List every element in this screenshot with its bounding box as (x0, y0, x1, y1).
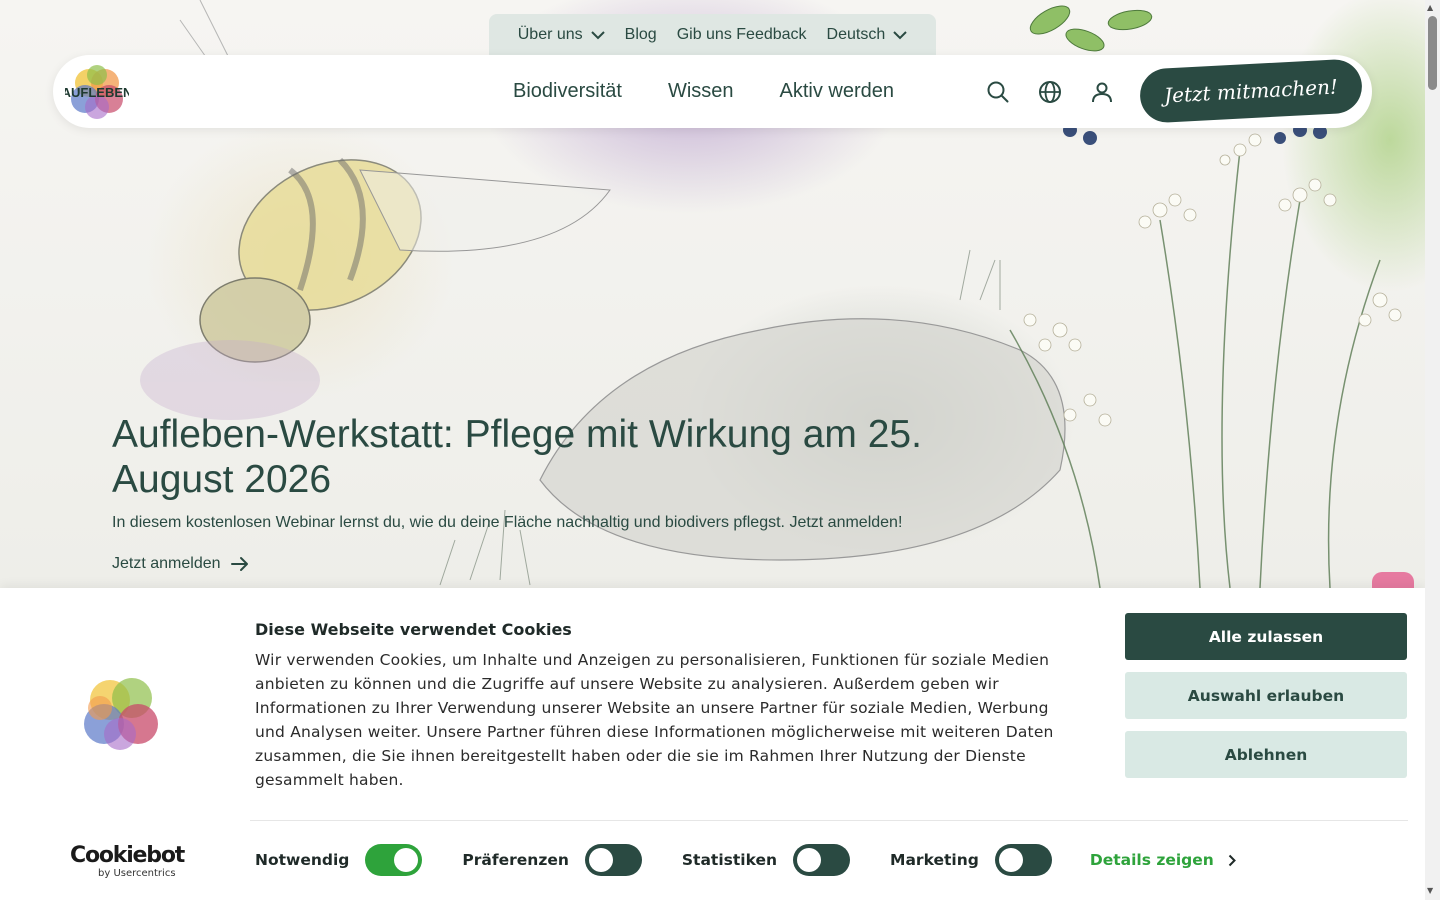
chevron-down-icon (590, 30, 605, 39)
search-button[interactable] (983, 77, 1013, 107)
consent-label: Notwendig (255, 851, 350, 869)
topnav-label: Deutsch (826, 26, 886, 43)
language-button[interactable] (1035, 77, 1065, 107)
preferences-toggle[interactable] (584, 844, 642, 876)
details-label: Details zeigen (1089, 851, 1214, 869)
topnav-item-language[interactable]: Deutsch (817, 26, 918, 44)
cookiebot-sub: by Usercentrics (98, 868, 176, 879)
topnav-label: Gib uns Feedback (676, 26, 807, 43)
globe-icon (1039, 81, 1061, 103)
nav-link-biodiversity[interactable]: Biodiversität (513, 80, 622, 103)
show-details-link[interactable]: Details zeigen (1090, 851, 1236, 869)
scrollbar-thumb[interactable] (1428, 16, 1437, 90)
join-now-button[interactable]: Jetzt mitmachen! (1138, 58, 1364, 124)
scroll-up-icon[interactable]: ▲ (1427, 3, 1433, 13)
user-icon (1092, 82, 1112, 103)
cookiebot-name: Cookiebot (70, 843, 185, 868)
consent-label: Marketing (890, 851, 979, 869)
allow-selection-button[interactable]: Auswahl erlauben (1125, 672, 1407, 719)
nav-icon-group (983, 77, 1117, 107)
nav-link-knowledge[interactable]: Wissen (668, 80, 734, 103)
hero-title: Aufleben-Werkstatt: Pflege mit Wirkung a… (112, 413, 922, 501)
register-link-label: Jetzt anmelden (112, 555, 221, 572)
topnav-item-about[interactable]: Über uns (508, 26, 615, 44)
main-navigation: AUFLEBEN Biodiversität Wissen Aktiv werd… (53, 55, 1372, 128)
consent-label: Statistiken (681, 851, 778, 869)
cookie-banner-title: Diese Webseite verwendet Cookies (255, 620, 572, 639)
toggle-knob (588, 848, 613, 872)
reject-button[interactable]: Ablehnen (1125, 731, 1407, 778)
chevron-down-icon (893, 30, 907, 39)
consent-label: Präferenzen (462, 851, 569, 869)
consent-marketing: Marketing (890, 844, 1052, 876)
search-icon (987, 81, 1009, 103)
consent-preferences: Präferenzen (462, 844, 642, 876)
marketing-toggle[interactable] (994, 844, 1052, 876)
cookie-banner-text: Wir verwenden Cookies, um Inhalte und An… (255, 651, 1054, 789)
consent-necessary: Notwendig (255, 844, 423, 876)
hero-description: In diesem kostenlosen Webinar lernst du,… (112, 514, 903, 531)
banner-divider (250, 820, 1408, 821)
consent-toggles: Notwendig Präferenzen Statistiken Market… (255, 843, 1236, 877)
accept-all-button[interactable]: Alle zulassen (1125, 613, 1407, 660)
cookiebot-flower-logo (84, 678, 158, 750)
nav-link-get-active[interactable]: Aktiv werden (780, 80, 895, 103)
scroll-down-icon[interactable]: ▼ (1427, 886, 1433, 896)
aufleben-logo[interactable]: AUFLEBEN (65, 63, 129, 121)
toggle-knob (998, 848, 1023, 872)
feedback-tab[interactable] (1372, 572, 1414, 588)
necessary-toggle[interactable] (365, 844, 423, 876)
arrow-right-icon (230, 557, 248, 571)
top-navigation: Über uns Blog Gib uns Feedback Deutsch (489, 14, 936, 56)
statistics-toggle[interactable] (793, 844, 851, 876)
cookiebot-brand[interactable]: Cookiebot by Usercentrics (70, 843, 185, 880)
toggle-knob (394, 848, 419, 872)
topnav-item-feedback[interactable]: Gib uns Feedback (667, 26, 817, 44)
topnav-label: Über uns (517, 26, 583, 43)
consent-statistics: Statistiken (681, 844, 851, 876)
svg-text:AUFLEBEN: AUFLEBEN (65, 85, 129, 100)
primary-links: Biodiversität Wissen Aktiv werden (513, 55, 894, 128)
topnav-item-blog[interactable]: Blog (615, 26, 667, 44)
page-scrollbar[interactable]: ▲ ▼ (1425, 0, 1440, 900)
register-link[interactable]: Jetzt anmelden (112, 555, 249, 573)
toggle-knob (797, 848, 822, 872)
account-button[interactable] (1087, 77, 1117, 107)
cookie-banner: Diese Webseite verwendet Cookies Wir ver… (0, 588, 1425, 900)
chevron-right-icon (1228, 854, 1236, 866)
topnav-label: Blog (624, 26, 657, 43)
